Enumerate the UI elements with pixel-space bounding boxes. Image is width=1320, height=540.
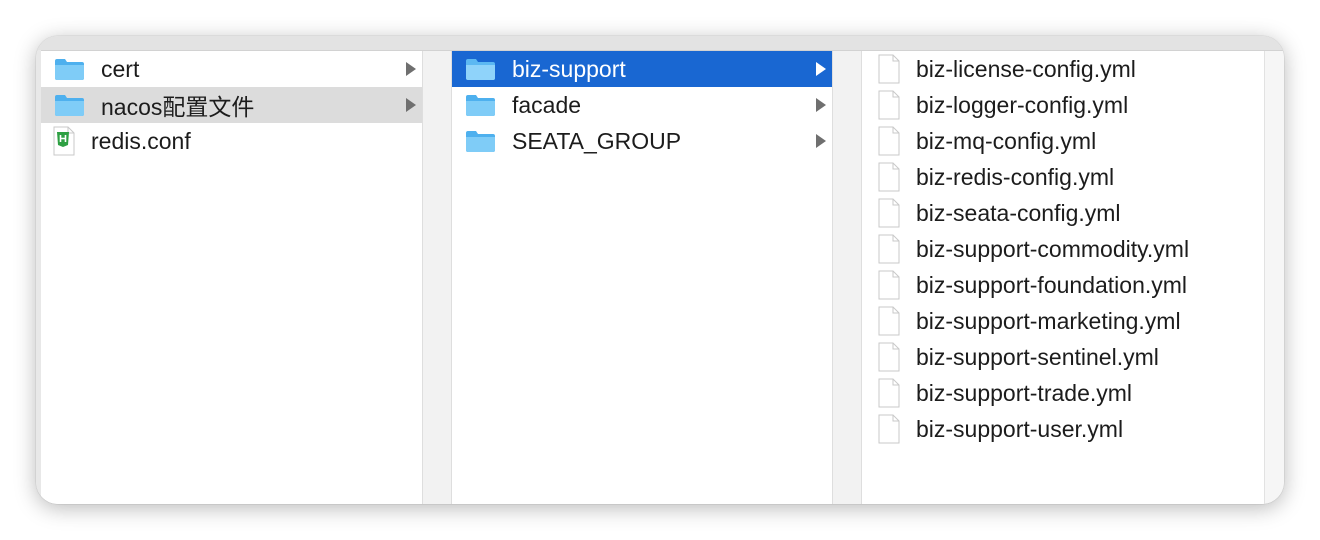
document-icon bbox=[878, 378, 900, 408]
right-edge bbox=[1264, 51, 1284, 504]
column-divider[interactable] bbox=[422, 51, 452, 504]
item-label: biz-mq-config.yml bbox=[916, 127, 1097, 154]
file-item[interactable]: biz-logger-config.yml bbox=[862, 87, 1264, 123]
folder-item-nacos-config[interactable]: nacos配置文件 bbox=[41, 87, 422, 123]
item-label: biz-support-trade.yml bbox=[916, 379, 1133, 406]
file-item[interactable]: biz-support-sentinel.yml bbox=[862, 339, 1264, 375]
column-divider[interactable] bbox=[832, 51, 862, 504]
document-icon bbox=[878, 126, 900, 156]
document-icon bbox=[878, 234, 900, 264]
file-item[interactable]: biz-seata-config.yml bbox=[862, 195, 1264, 231]
folder-icon bbox=[466, 131, 495, 152]
item-label: biz-logger-config.yml bbox=[916, 91, 1129, 118]
item-label: biz-seata-config.yml bbox=[916, 199, 1121, 226]
document-icon bbox=[878, 270, 900, 300]
folder-icon bbox=[55, 59, 84, 80]
document-icon bbox=[878, 414, 900, 444]
item-label: biz-support-commodity.yml bbox=[916, 235, 1190, 262]
folder-icon bbox=[466, 59, 495, 80]
document-icon bbox=[878, 162, 900, 192]
document-icon bbox=[878, 306, 900, 336]
html-file-icon bbox=[53, 126, 75, 156]
chevron-right-icon bbox=[816, 98, 826, 112]
file-item[interactable]: biz-support-trade.yml bbox=[862, 375, 1264, 411]
finder-window: cert nacos配置文件 redis.conf biz-support fa… bbox=[36, 36, 1284, 504]
item-label: nacos配置文件 bbox=[101, 94, 255, 120]
file-item-redis-conf[interactable]: redis.conf bbox=[41, 123, 422, 159]
document-icon bbox=[878, 198, 900, 228]
file-item[interactable]: biz-support-commodity.yml bbox=[862, 231, 1264, 267]
folder-item-seata-group[interactable]: SEATA_GROUP bbox=[452, 123, 832, 159]
column-3: biz-license-config.yml biz-logger-config… bbox=[862, 51, 1264, 504]
item-label: biz-redis-config.yml bbox=[916, 163, 1115, 190]
item-label: redis.conf bbox=[91, 127, 191, 154]
chevron-right-icon bbox=[406, 62, 416, 76]
folder-icon bbox=[55, 95, 84, 116]
window-top-bar bbox=[36, 36, 1284, 51]
item-label: cert bbox=[101, 55, 140, 82]
chevron-right-icon bbox=[816, 134, 826, 148]
item-label: biz-support-sentinel.yml bbox=[916, 343, 1159, 370]
folder-item-facade[interactable]: facade bbox=[452, 87, 832, 123]
item-label: biz-support bbox=[512, 55, 626, 82]
item-label: SEATA_GROUP bbox=[512, 127, 682, 154]
item-label: biz-support-user.yml bbox=[916, 415, 1124, 442]
file-item[interactable]: biz-support-marketing.yml bbox=[862, 303, 1264, 339]
item-label: biz-support-foundation.yml bbox=[916, 271, 1188, 298]
folder-item-biz-support[interactable]: biz-support bbox=[452, 51, 832, 87]
document-icon bbox=[878, 54, 900, 84]
column-1: cert nacos配置文件 redis.conf bbox=[41, 51, 422, 504]
file-item[interactable]: biz-redis-config.yml bbox=[862, 159, 1264, 195]
file-item[interactable]: biz-support-foundation.yml bbox=[862, 267, 1264, 303]
column-2: biz-support facade SEATA_GROUP bbox=[452, 51, 832, 504]
file-item[interactable]: biz-support-user.yml bbox=[862, 411, 1264, 447]
chevron-right-icon bbox=[406, 98, 416, 112]
chevron-right-icon bbox=[816, 62, 826, 76]
item-label: facade bbox=[512, 91, 582, 118]
folder-item-cert[interactable]: cert bbox=[41, 51, 422, 87]
file-item[interactable]: biz-license-config.yml bbox=[862, 51, 1264, 87]
item-label: biz-support-marketing.yml bbox=[916, 307, 1181, 334]
item-label: biz-license-config.yml bbox=[916, 55, 1136, 82]
file-item[interactable]: biz-mq-config.yml bbox=[862, 123, 1264, 159]
document-icon bbox=[878, 342, 900, 372]
folder-icon bbox=[466, 95, 495, 116]
document-icon bbox=[878, 90, 900, 120]
